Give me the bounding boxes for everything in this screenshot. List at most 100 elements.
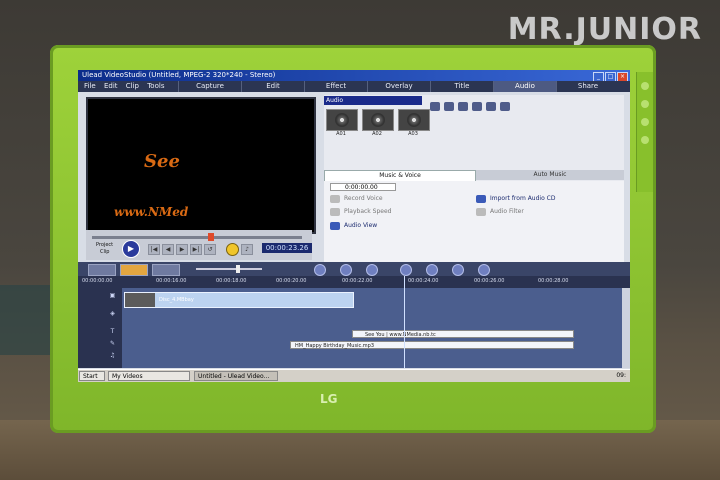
scrub-handle[interactable] — [208, 233, 214, 241]
screen: Ulead VideoStudio (Untitled, MPEG-2 320*… — [78, 70, 630, 382]
ruler-tick: 00:00:28.00 — [538, 278, 569, 284]
options-tab-body: 0:00:00.00 Record Voice Playback Speed A… — [324, 181, 624, 262]
title-clip[interactable]: See You | www.NMedia.nb.tc — [352, 330, 574, 338]
ruler-tick: 00:00:00.00 — [82, 278, 113, 284]
cd-import-icon — [476, 195, 486, 203]
title-track-icon[interactable]: T — [108, 328, 117, 337]
voice-track-icon[interactable]: ✎ — [108, 340, 117, 349]
smart-proxy-icon[interactable] — [400, 264, 412, 276]
list-view-icon[interactable] — [458, 102, 468, 111]
timeline-toolbar — [78, 262, 630, 276]
options-icon[interactable] — [500, 102, 510, 111]
options-tabs: Music & Voice Auto Music — [324, 170, 624, 182]
track-headers: ▣ ◈ T ✎ ♫ — [78, 288, 122, 368]
menu-clip[interactable]: Clip — [126, 82, 139, 90]
preview-url-text: www.NMed — [114, 205, 189, 219]
music-clip[interactable]: HM_Happy Birthday_Music.mp3 — [290, 341, 574, 349]
library-bar: Audio — [324, 95, 624, 111]
ruler-tick: 00:00:26.00 — [474, 278, 505, 284]
undo-icon[interactable] — [340, 264, 352, 276]
library-item[interactable]: A03 — [398, 109, 430, 137]
duration-field[interactable]: 0:00:00.00 — [330, 183, 396, 191]
previous-frame-button[interactable]: ◀ — [162, 244, 174, 255]
system-clock: 09: — [616, 372, 626, 379]
preview-window: See www.NMed — [86, 97, 316, 234]
storyboard-view-button[interactable] — [88, 264, 116, 276]
smiley-icon[interactable] — [226, 243, 239, 256]
play-button[interactable]: ▶ — [122, 240, 140, 258]
audio-filter-button[interactable]: Audio Filter — [490, 208, 524, 215]
timeline-scrollbar[interactable] — [622, 288, 630, 368]
project-mode-label[interactable]: Project — [96, 242, 113, 248]
tab-auto-music[interactable]: Auto Music — [476, 170, 624, 180]
library-item-label: A02 — [372, 131, 382, 137]
step-title[interactable]: Title — [430, 81, 493, 92]
step-capture[interactable]: Capture — [178, 81, 241, 92]
library-item-label: A01 — [336, 131, 346, 137]
import-audio-cd-button[interactable]: Import from Audio CD — [490, 195, 555, 202]
video-track-icon[interactable]: ▣ — [108, 292, 117, 301]
library-item[interactable]: A01 — [326, 109, 358, 137]
speaker-icon — [362, 109, 394, 131]
video-clip-label: Disc_4.MBbay — [159, 297, 194, 303]
filter-icon — [476, 208, 486, 216]
audio-view-button[interactable]: Audio View — [344, 222, 377, 229]
window-title: Ulead VideoStudio (Untitled, MPEG-2 320*… — [82, 71, 276, 79]
step-tabs: Capture Edit Effect Overlay Title Audio … — [178, 81, 619, 92]
library-item[interactable]: A02 — [362, 109, 394, 137]
start-button[interactable]: Start — [79, 371, 105, 381]
preview-title-text: See — [144, 151, 180, 172]
timeline-view-button[interactable] — [120, 264, 148, 276]
monitor-button[interactable] — [641, 136, 649, 144]
microphone-icon — [330, 195, 340, 203]
taskbar-item-my-videos[interactable]: My Videos — [108, 371, 190, 381]
clip-mode-label[interactable]: Clip — [100, 249, 109, 255]
step-effect[interactable]: Effect — [304, 81, 367, 92]
next-frame-button[interactable]: ▶ — [176, 244, 188, 255]
monitor-brand-logo: LG — [320, 392, 338, 406]
import-icon[interactable] — [444, 102, 454, 111]
zoom-slider[interactable] — [196, 265, 262, 273]
taskbar-item-videostudio[interactable]: Untitled - Ulead Video... — [194, 371, 278, 381]
speed-icon — [330, 208, 340, 216]
window-titlebar: Ulead VideoStudio (Untitled, MPEG-2 320*… — [78, 70, 630, 82]
watermark: MR.JUNIOR — [507, 12, 702, 47]
sort-icon[interactable] — [486, 102, 496, 111]
step-share[interactable]: Share — [556, 81, 619, 92]
library-category-select[interactable]: Audio — [324, 96, 422, 105]
monitor-button[interactable] — [641, 82, 649, 90]
menu-edit[interactable]: Edit — [104, 82, 118, 90]
overlay-track-icon[interactable]: ◈ — [108, 310, 117, 319]
music-track-icon[interactable]: ♫ — [108, 352, 117, 361]
library-item-label: A03 — [408, 131, 418, 137]
zoom-handle[interactable] — [236, 265, 240, 273]
monitor-button[interactable] — [641, 100, 649, 108]
video-clip[interactable]: Disc_4.MBbay — [124, 292, 354, 308]
playhead[interactable] — [404, 276, 405, 368]
redo-icon[interactable] — [366, 264, 378, 276]
step-audio[interactable]: Audio — [493, 81, 556, 92]
auto-music-icon[interactable] — [478, 264, 490, 276]
scrub-bar[interactable] — [92, 233, 302, 241]
batch-convert-icon[interactable] — [426, 264, 438, 276]
timeline-ruler[interactable]: 00:00:00.00 00:00:16.00 00:00:18.00 00:0… — [78, 276, 630, 288]
playback-controls: Project Clip ▶ |◀ ◀ ▶ ▶| ↺ ♪ 00:00:23.26 — [86, 230, 312, 260]
speaker-icon — [326, 109, 358, 131]
repeat-button[interactable]: ↺ — [204, 244, 216, 255]
mix-icon[interactable] — [452, 264, 464, 276]
monitor-button[interactable] — [641, 118, 649, 126]
volume-icon[interactable]: ♪ — [241, 244, 253, 255]
speaker-icon — [398, 109, 430, 131]
step-overlay[interactable]: Overlay — [367, 81, 430, 92]
end-button[interactable]: ▶| — [190, 244, 202, 255]
insert-media-icon[interactable] — [314, 264, 326, 276]
playback-speed-button[interactable]: Playback Speed — [344, 208, 392, 215]
step-edit[interactable]: Edit — [241, 81, 304, 92]
audio-view-toggle[interactable] — [152, 264, 180, 276]
timecode-display[interactable]: 00:00:23.26 — [262, 243, 312, 253]
menu-file[interactable]: File — [84, 82, 96, 90]
cd-icon[interactable] — [472, 102, 482, 111]
record-voice-button[interactable]: Record Voice — [344, 195, 383, 202]
menu-tools[interactable]: Tools — [147, 82, 164, 90]
home-button[interactable]: |◀ — [148, 244, 160, 255]
